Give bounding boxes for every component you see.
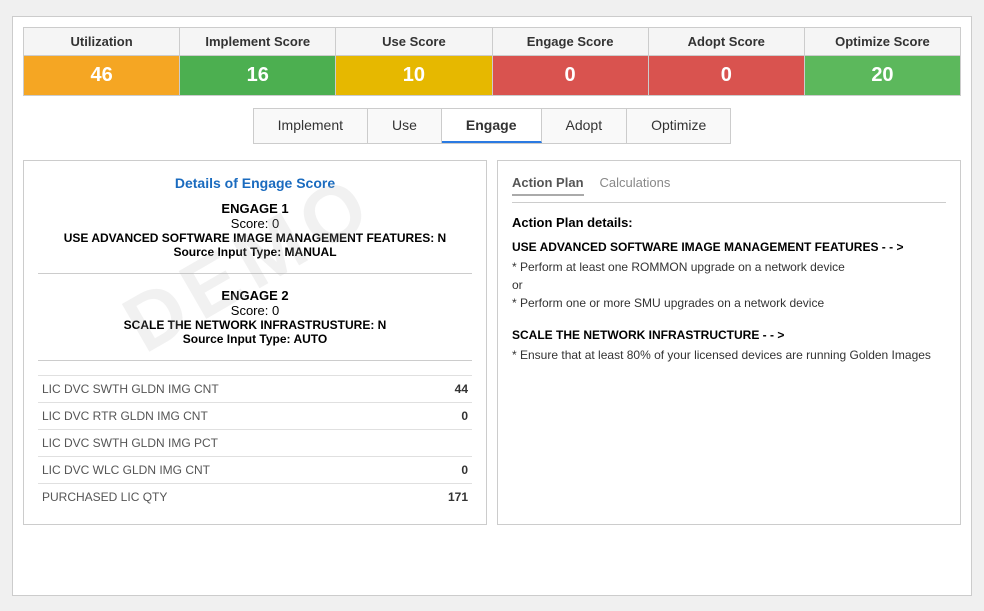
action-item-body: * Ensure that at least 80% of your licen… <box>512 346 946 364</box>
data-row-label: LIC DVC SWTH GLDN IMG CNT <box>38 375 415 402</box>
action-item-title: SCALE THE NETWORK INFRASTRUCTURE - - > <box>512 328 946 342</box>
tab-adopt[interactable]: Adopt <box>542 109 628 143</box>
score-cell: Adopt Score0 <box>649 28 805 95</box>
score-value: 0 <box>493 56 648 95</box>
action-items: USE ADVANCED SOFTWARE IMAGE MANAGEMENT F… <box>512 240 946 364</box>
data-row-label: LIC DVC WLC GLDN IMG CNT <box>38 456 415 483</box>
data-table: LIC DVC SWTH GLDN IMG CNT44LIC DVC RTR G… <box>38 375 472 510</box>
engage-section-title: ENGAGE 2 <box>38 288 472 303</box>
score-value: 46 <box>24 56 179 95</box>
action-item-title: USE ADVANCED SOFTWARE IMAGE MANAGEMENT F… <box>512 240 946 254</box>
right-tab-calculations[interactable]: Calculations <box>600 175 671 196</box>
main-tabs: ImplementUseEngageAdoptOptimize <box>253 108 732 144</box>
score-header: Utilization46Implement Score16Use Score1… <box>23 27 961 96</box>
score-label: Adopt Score <box>649 28 804 56</box>
data-row: LIC DVC SWTH GLDN IMG CNT44 <box>38 375 472 402</box>
score-value: 20 <box>805 56 960 95</box>
right-tab-action-plan[interactable]: Action Plan <box>512 175 584 196</box>
data-row-label: PURCHASED LIC QTY <box>38 483 415 510</box>
data-row-value: 0 <box>415 456 472 483</box>
score-label: Implement Score <box>180 28 335 56</box>
right-panel: Action Plan Calculations Action Plan deta… <box>497 160 961 525</box>
tab-implement[interactable]: Implement <box>254 109 368 143</box>
action-item-1: USE ADVANCED SOFTWARE IMAGE MANAGEMENT F… <box>512 240 946 312</box>
engage-section-score: Score: 0 <box>38 216 472 231</box>
tab-use[interactable]: Use <box>368 109 442 143</box>
action-item-2: SCALE THE NETWORK INFRASTRUCTURE - - > * … <box>512 328 946 364</box>
score-label: Use Score <box>336 28 491 56</box>
engage-section-2: ENGAGE 2Score: 0SCALE THE NETWORK INFRAS… <box>38 288 472 361</box>
engage-section-title: ENGAGE 1 <box>38 201 472 216</box>
engage-section-source: Source Input Type: AUTO <box>38 332 472 346</box>
data-row-value: 44 <box>415 375 472 402</box>
action-item-body: * Perform at least one ROMMON upgrade on… <box>512 258 946 312</box>
engage-section-source: Source Input Type: MANUAL <box>38 245 472 259</box>
panel-title: Details of Engage Score <box>38 175 472 191</box>
score-cell: Implement Score16 <box>180 28 336 95</box>
data-row: LIC DVC RTR GLDN IMG CNT0 <box>38 402 472 429</box>
action-plan-title: Action Plan details: <box>512 215 946 230</box>
data-row: PURCHASED LIC QTY171 <box>38 483 472 510</box>
data-row-label: LIC DVC SWTH GLDN IMG PCT <box>38 429 415 456</box>
tab-optimize[interactable]: Optimize <box>627 109 730 143</box>
data-row: LIC DVC SWTH GLDN IMG PCT <box>38 429 472 456</box>
right-tabs: Action Plan Calculations <box>512 175 946 203</box>
score-cell: Utilization46 <box>24 28 180 95</box>
main-content: Details of Engage Score ENGAGE 1Score: 0… <box>23 160 961 525</box>
data-row-value: 0 <box>415 402 472 429</box>
data-row: LIC DVC WLC GLDN IMG CNT0 <box>38 456 472 483</box>
engage-section-score: Score: 0 <box>38 303 472 318</box>
score-cell: Optimize Score20 <box>805 28 960 95</box>
engage-sections: ENGAGE 1Score: 0USE ADVANCED SOFTWARE IM… <box>38 201 472 361</box>
engage-section-desc: SCALE THE NETWORK INFRASTRUSTURE: N <box>38 318 472 332</box>
score-label: Engage Score <box>493 28 648 56</box>
left-panel: Details of Engage Score ENGAGE 1Score: 0… <box>23 160 487 525</box>
data-row-value: 171 <box>415 483 472 510</box>
score-label: Utilization <box>24 28 179 56</box>
score-value: 0 <box>649 56 804 95</box>
score-value: 16 <box>180 56 335 95</box>
data-row-label: LIC DVC RTR GLDN IMG CNT <box>38 402 415 429</box>
score-label: Optimize Score <box>805 28 960 56</box>
data-row-value <box>415 429 472 456</box>
engage-section-1: ENGAGE 1Score: 0USE ADVANCED SOFTWARE IM… <box>38 201 472 274</box>
score-cell: Engage Score0 <box>493 28 649 95</box>
score-cell: Use Score10 <box>336 28 492 95</box>
engage-section-desc: USE ADVANCED SOFTWARE IMAGE MANAGEMENT F… <box>38 231 472 245</box>
score-value: 10 <box>336 56 491 95</box>
tab-engage[interactable]: Engage <box>442 109 542 143</box>
